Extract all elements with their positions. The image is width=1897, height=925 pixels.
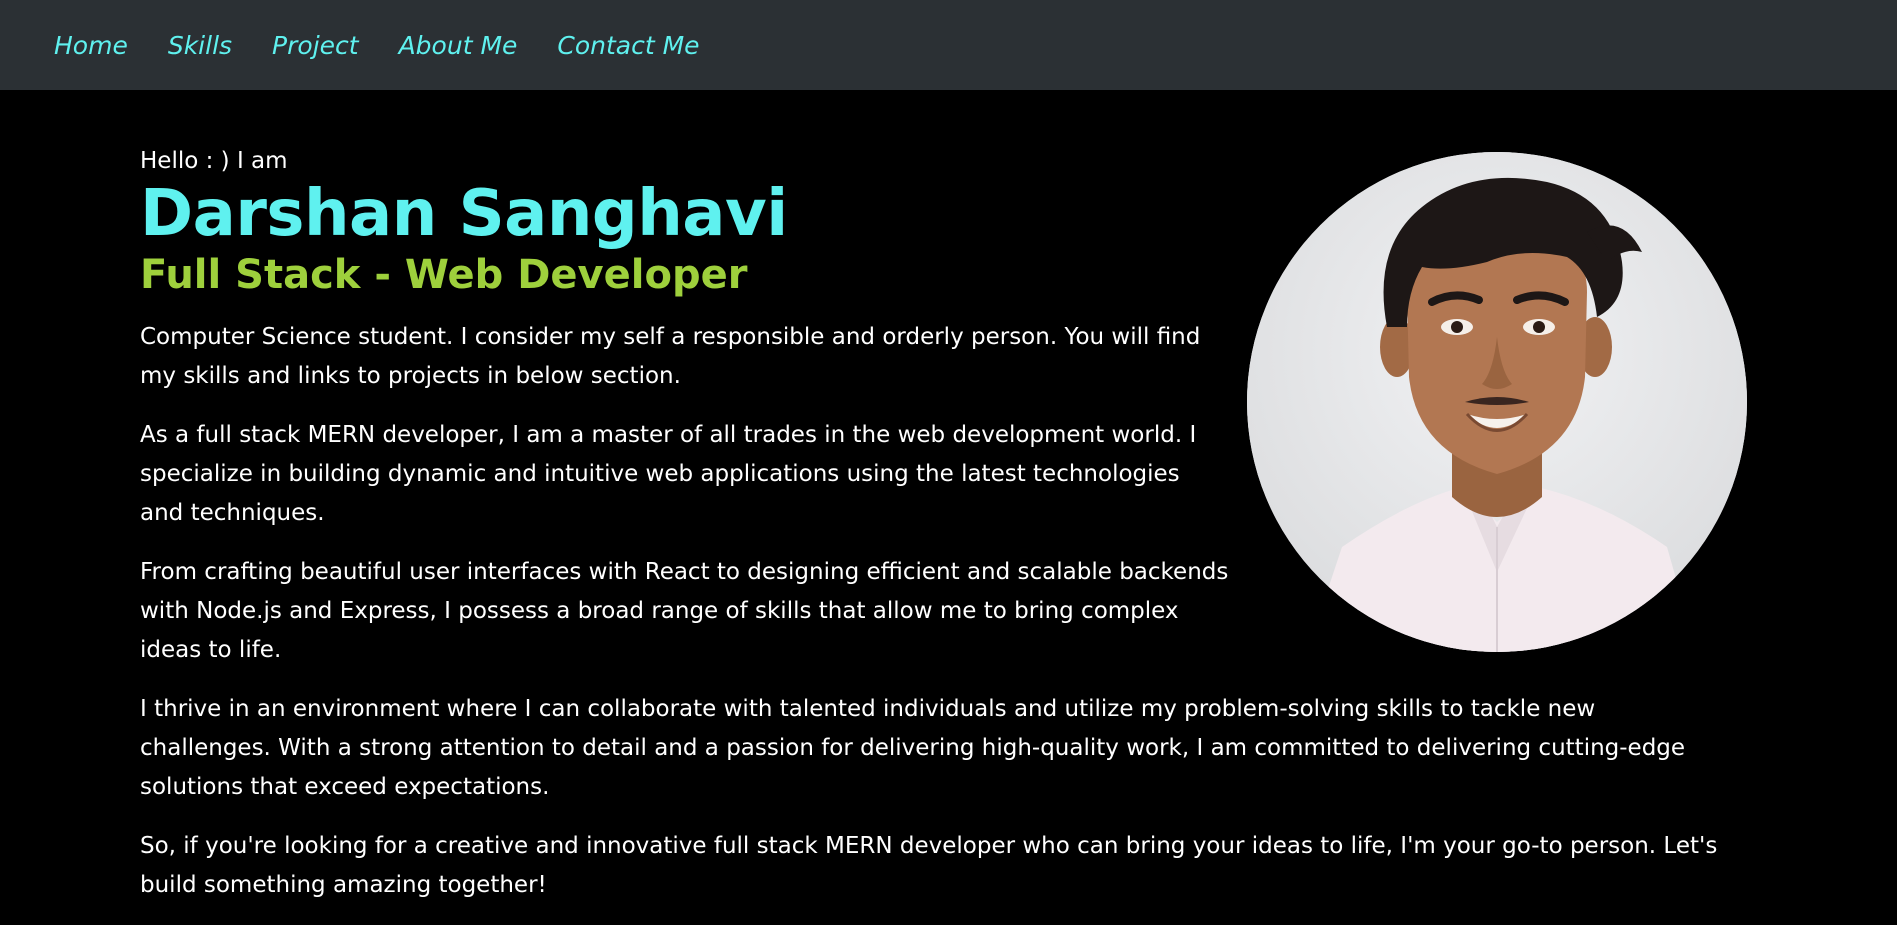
nav-skills-link[interactable]: Skills (168, 31, 232, 60)
nav-contact-me-link[interactable]: Contact Me (557, 31, 699, 60)
nav-home-link[interactable]: Home (54, 31, 128, 60)
nav-about-me-link[interactable]: About Me (399, 31, 518, 60)
profile-photo (1247, 152, 1747, 652)
bio-paragraph-1: Computer Science student. I consider my … (140, 324, 1201, 389)
nav-project-link[interactable]: Project (272, 31, 359, 60)
bio-paragraph-2: As a full stack MERN developer, I am a m… (140, 422, 1197, 526)
top-navbar: Home Skills Project About Me Contact Me (0, 0, 1897, 90)
bio-paragraph-3: From crafting beautiful user interfaces … (140, 559, 1229, 663)
bio-paragraph-5: So, if you're looking for a creative and… (140, 833, 1718, 898)
bio-paragraph-4: I thrive in an environment where I can c… (140, 696, 1686, 800)
profile-photo-illustration (1247, 152, 1747, 652)
